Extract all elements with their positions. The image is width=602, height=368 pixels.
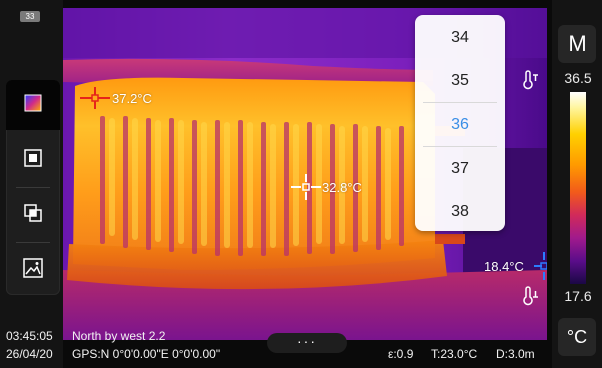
hot-spot-label: 37.2°C — [112, 91, 152, 106]
temperature-picker[interactable]: 34 35 36 37 38 — [415, 15, 505, 231]
scale-max-label: 36.5 — [564, 70, 592, 86]
palette-button[interactable] — [6, 80, 60, 130]
overlay-icon — [24, 203, 42, 227]
picker-option[interactable]: 35 — [415, 59, 505, 102]
unit-button[interactable]: °C — [558, 318, 596, 356]
frame-button[interactable] — [6, 135, 60, 185]
thermometer-high-icon[interactable] — [518, 68, 542, 92]
gallery-icon — [23, 257, 43, 283]
battery-indicator: 33 — [20, 11, 40, 22]
thermal-camera-screen: 37.2°C 32.8°C 18.4°C 34 35 36 37 38 33 0… — [0, 0, 602, 368]
picker-option[interactable]: 38 — [415, 190, 505, 231]
tool-divider — [16, 187, 50, 188]
left-toolbar: 33 03:45:05 26/04/20 — [0, 0, 63, 368]
square-frame-icon — [24, 148, 42, 172]
thermometer-low-icon[interactable] — [518, 284, 542, 308]
mode-button[interactable]: M — [558, 25, 596, 63]
unit-label: °C — [566, 326, 588, 347]
color-palette-icon — [24, 94, 42, 117]
picker-option-selected[interactable]: 36 — [415, 103, 505, 146]
overlay-button[interactable] — [6, 190, 60, 240]
emissivity-label: ε:0.9 — [388, 347, 414, 361]
tool-panel — [6, 80, 60, 295]
scale-min-label: 17.6 — [564, 288, 592, 304]
manual-mode-icon: M — [568, 31, 586, 56]
cold-spot-label: 18.4°C — [484, 259, 524, 274]
picker-option[interactable]: 34 — [415, 16, 505, 59]
center-spot-label: 32.8°C — [322, 180, 362, 195]
color-scale-bar — [570, 92, 586, 284]
distance-label: D:3.0m — [496, 347, 535, 361]
more-menu-button[interactable]: ··· — [267, 333, 347, 353]
gallery-button[interactable] — [6, 245, 60, 295]
time-label: 03:45:05 — [6, 329, 53, 343]
date-label: 26/04/20 — [6, 347, 53, 361]
picker-option[interactable]: 37 — [415, 147, 505, 190]
tool-divider — [16, 242, 50, 243]
gps-label: GPS:N 0°0'0.00"E 0°0'0.00" — [72, 347, 221, 361]
heading-label: North by west 2.2 — [72, 329, 166, 343]
ambient-temp-label: T:23.0°C — [431, 347, 478, 361]
